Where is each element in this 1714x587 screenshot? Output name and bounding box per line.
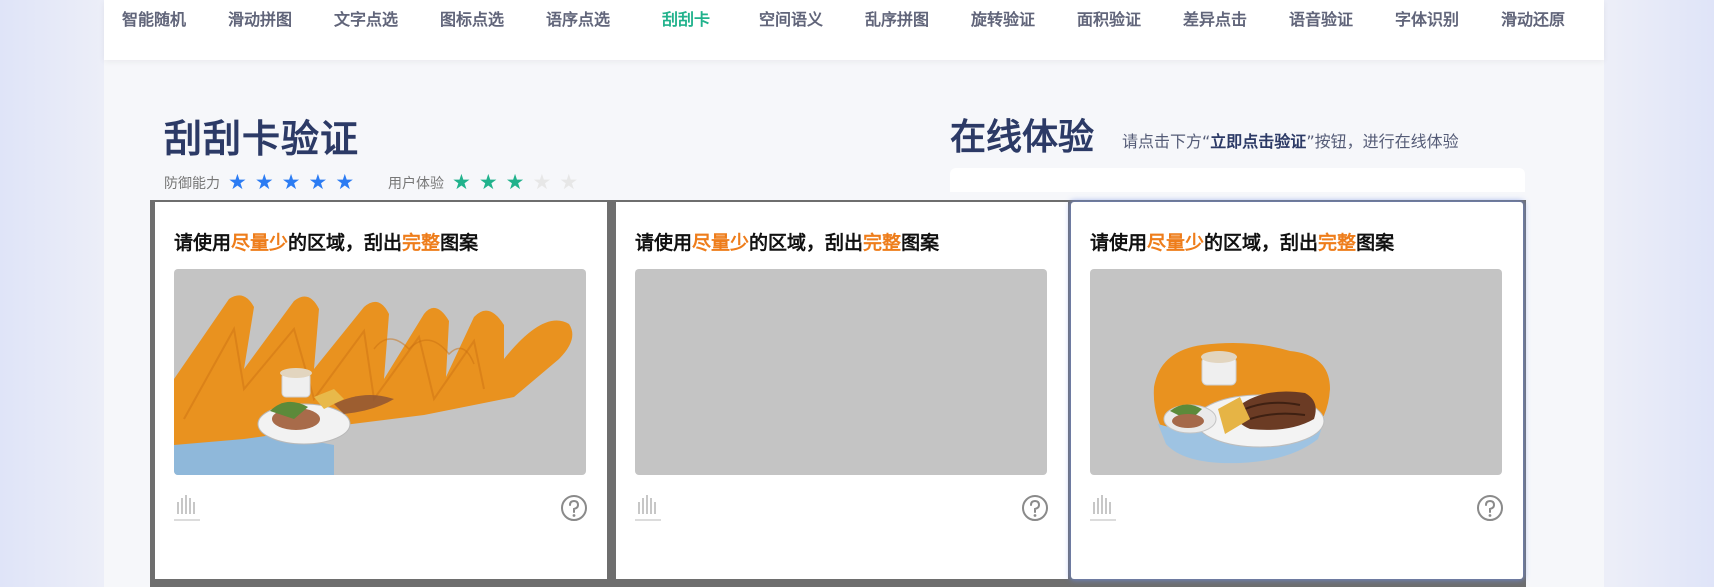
- star-filled-icon: ★: [335, 170, 355, 194]
- ux-rating: 用户体验 ★ ★ ★ ★ ★: [388, 172, 578, 193]
- nav-item-difference[interactable]: 差异点击: [1183, 6, 1247, 30]
- nav-item-icon-click[interactable]: 图标点选: [440, 6, 504, 30]
- online-title: 在线体验: [950, 117, 1095, 158]
- defense-label: 防御能力: [164, 175, 220, 192]
- star-filled-icon: ★: [308, 170, 328, 194]
- online-hint: 请点击下方“立即点击验证”按钮，进行在线体验: [1122, 128, 1459, 152]
- star-empty-icon: ★: [559, 170, 579, 194]
- scratched-image: [1153, 343, 1330, 464]
- hint-prefix: 请点击下方“: [1122, 132, 1211, 151]
- nav-item-smart-random[interactable]: 智能随机: [122, 6, 186, 30]
- top-nav: 智能随机 滑动拼图 文字点选 图标点选 语序点选 刮刮卡 空间语义 乱序拼图 旋…: [104, 0, 1604, 60]
- nav-item-spatial-semantic[interactable]: 空间语义: [759, 6, 823, 30]
- ux-label: 用户体验: [388, 175, 444, 192]
- hint-suffix: ”按钮，进行在线体验: [1306, 132, 1459, 151]
- star-filled-icon: ★: [281, 170, 301, 194]
- nav-item-shuffle-puzzle[interactable]: 乱序拼图: [865, 6, 929, 30]
- nav-item-slide-restore[interactable]: 滑动还原: [1501, 6, 1565, 30]
- nav-item-scratch-card[interactable]: 刮刮卡: [662, 6, 710, 30]
- nav-item-slide-puzzle[interactable]: 滑动拼图: [228, 6, 292, 30]
- star-filled-icon: ★: [505, 170, 525, 194]
- star-filled-icon: ★: [452, 170, 471, 194]
- captcha-card: 请使用尽量少的区域，刮出完整图案: [616, 202, 1068, 579]
- nav-item-word-order[interactable]: 语序点选: [546, 6, 610, 30]
- question-circle-icon[interactable]: [1021, 494, 1049, 526]
- scratch-area[interactable]: [1090, 269, 1502, 475]
- star-filled-icon: ★: [478, 170, 498, 194]
- star-filled-icon: ★: [228, 170, 247, 194]
- hint-bold: 立即点击验证: [1210, 132, 1307, 151]
- scratch-area[interactable]: [635, 269, 1047, 475]
- nav-item-area[interactable]: 面积验证: [1077, 6, 1141, 30]
- captcha-prompt: 请使用尽量少的区域，刮出完整图案: [1090, 232, 1395, 254]
- captcha-prompt: 请使用尽量少的区域，刮出完整图案: [635, 232, 940, 254]
- captcha-card-selected: 请使用尽量少的区域，刮出完整图案: [1071, 202, 1523, 579]
- question-circle-icon[interactable]: [1476, 494, 1504, 526]
- nav-item-rotate[interactable]: 旋转验证: [971, 6, 1035, 30]
- scratched-image: [174, 295, 573, 475]
- captcha-prompt: 请使用尽量少的区域，刮出完整图案: [174, 232, 479, 254]
- star-filled-icon: ★: [254, 170, 274, 194]
- question-circle-icon[interactable]: [560, 494, 588, 526]
- scratch-area[interactable]: [174, 269, 586, 475]
- defense-rating: 防御能力 ★ ★ ★ ★ ★: [164, 172, 354, 193]
- ux-stars: ★ ★ ★ ★ ★: [444, 172, 578, 193]
- captcha-card: 请使用尽量少的区域，刮出完整图案: [155, 202, 607, 579]
- product-title: 刮刮卡验证: [164, 117, 360, 161]
- dingxiang-logo-icon: [1090, 494, 1116, 528]
- star-empty-icon: ★: [532, 170, 552, 194]
- nav-item-voice[interactable]: 语音验证: [1289, 6, 1353, 30]
- dingxiang-logo-icon: [174, 494, 200, 528]
- nav-item-text-click[interactable]: 文字点选: [334, 6, 398, 30]
- experience-panel: [950, 168, 1525, 192]
- dingxiang-logo-icon: [635, 494, 661, 528]
- defense-stars: ★ ★ ★ ★ ★: [220, 172, 354, 193]
- nav-item-font[interactable]: 字体识别: [1395, 6, 1459, 30]
